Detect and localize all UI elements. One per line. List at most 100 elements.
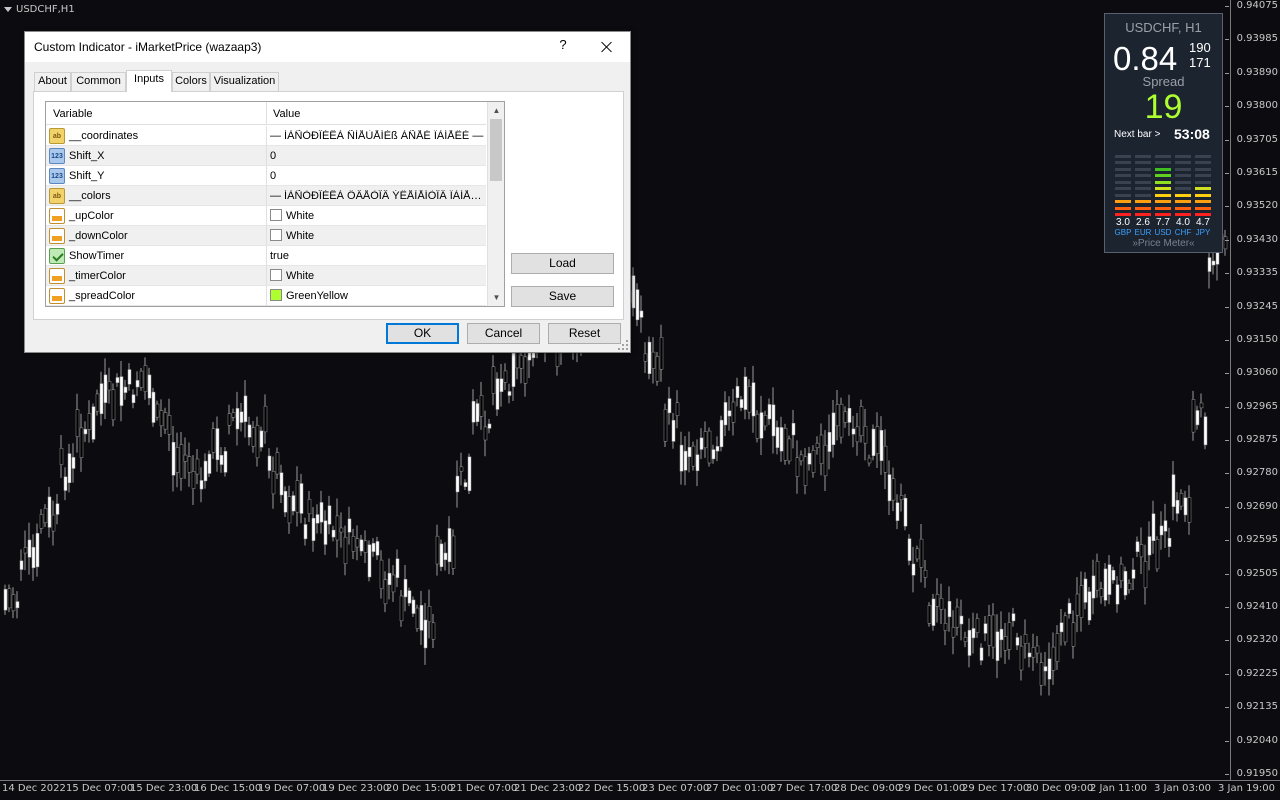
help-button[interactable]: ? — [555, 37, 571, 57]
bar-segment — [1175, 167, 1191, 171]
variable-value[interactable]: 0 — [270, 150, 484, 162]
time-axis[interactable]: 14 Dec 2022 15 Dec 07:00 15 Dec 23:00 16 De… — [0, 780, 1280, 800]
candle-body — [839, 403, 844, 438]
input-row-shift_x[interactable]: 123 Shift_X 0 — [46, 146, 486, 166]
candle-body — [247, 424, 252, 438]
column-divider[interactable] — [266, 102, 267, 125]
candle-body — [451, 535, 456, 569]
input-row-spreadcolor[interactable]: _spreadColor GreenYellow — [46, 286, 486, 306]
input-row-shift_y[interactable]: 123 Shift_Y 0 — [46, 166, 486, 186]
candle-body — [1087, 591, 1092, 621]
candle-body — [475, 403, 480, 422]
strength-value: 4.0 — [1176, 217, 1190, 228]
bar-segment — [1135, 187, 1151, 190]
candle-body — [819, 434, 824, 464]
scroll-thumb[interactable] — [490, 119, 502, 181]
bar-segment — [1155, 161, 1171, 164]
candle-body — [795, 457, 800, 477]
input-row-coordinates[interactable]: ab __coordinates — ÍÀÑÒÐÎÉÊÀ ÑÌÅÙÅÍÈß ÀÑÅÉ… — [46, 126, 486, 146]
candle-body — [439, 543, 444, 568]
tab-about[interactable]: About — [34, 72, 71, 91]
bar-segment — [1155, 154, 1171, 158]
candle-body — [15, 601, 20, 609]
save-button[interactable]: Save — [511, 286, 614, 307]
variable-value[interactable]: 0 — [270, 170, 484, 182]
variable-value[interactable]: White — [286, 230, 500, 242]
bar-segment — [1155, 187, 1171, 190]
input-row-showtimer[interactable]: ShowTimer true — [46, 246, 486, 266]
price-tick-label: 0.92505 — [1224, 567, 1278, 579]
load-button[interactable]: Load — [511, 253, 614, 274]
candle-body — [939, 598, 944, 610]
candle-body — [759, 412, 764, 439]
candle-body — [1223, 236, 1228, 250]
ok-button[interactable]: OK — [386, 323, 459, 344]
dialog-titlebar[interactable]: Custom Indicator - iMarketPrice (wazaap3… — [25, 32, 630, 62]
candle-body — [171, 441, 176, 476]
scroll-down-icon[interactable]: ▼ — [488, 289, 504, 306]
strength-value: 3.0 — [1116, 217, 1130, 228]
variable-value[interactable]: White — [286, 270, 500, 282]
candle-body — [959, 615, 964, 625]
candle-body — [743, 376, 748, 410]
cancel-button[interactable]: Cancel — [467, 323, 540, 344]
candle-body — [3, 589, 8, 611]
candle-body — [699, 437, 704, 450]
candle-body — [403, 579, 408, 598]
candle-body — [827, 432, 832, 452]
candle-body — [227, 413, 232, 426]
bar-segment — [1155, 206, 1171, 210]
variable-value[interactable]: White — [286, 210, 500, 222]
variable-value[interactable]: true — [270, 250, 484, 262]
candle-body — [167, 415, 172, 435]
candle-body — [971, 628, 976, 639]
candle-body — [1127, 582, 1132, 590]
candle-body — [999, 628, 1004, 641]
input-row-upcolor[interactable]: _upColor White — [46, 206, 486, 226]
variable-value[interactable]: — ÍÀÑÒÐÎÉÊÀ ÖÂÅÒÎÂ ÝËÅÌÅÍÒÎÂ ÏÀÍÅËÈ — — [270, 190, 484, 202]
tab-inputs[interactable]: Inputs — [126, 70, 172, 92]
bar-segment — [1135, 161, 1151, 164]
candle-body — [199, 480, 204, 490]
currency-code: USD — [1154, 228, 1172, 237]
input-row-colors[interactable]: ab __colors — ÍÀÑÒÐÎÉÊÀ ÖÂÅÒÎÂ ÝËÅÌÅÍÒÎÂ Ï… — [46, 186, 486, 206]
candle-body — [747, 386, 752, 413]
grid-scrollbar[interactable]: ▲ ▼ — [487, 102, 504, 306]
color-swatch[interactable] — [270, 269, 282, 281]
variable-value[interactable]: — ÍÀÑÒÐÎÉÊÀ ÑÌÅÙÅÍÈß ÀÑÅÉ ÏÀÍÅËÈ — — [270, 130, 484, 142]
string-icon: ab — [49, 188, 65, 204]
scroll-up-icon[interactable]: ▲ — [488, 102, 504, 119]
input-row-downcolor[interactable]: _downColor White — [46, 226, 486, 246]
variable-value[interactable]: GreenYellow — [286, 290, 500, 302]
close-icon[interactable] — [593, 35, 621, 59]
strength-value: 2.6 — [1136, 217, 1150, 228]
candle-body — [1179, 493, 1184, 507]
candle-body — [1191, 399, 1196, 433]
variable-name: Shift_X — [69, 150, 105, 162]
tab-colors[interactable]: Colors — [172, 72, 210, 91]
candle-body — [1031, 647, 1036, 658]
color-swatch[interactable] — [270, 289, 282, 301]
candle-body — [799, 454, 804, 462]
tab-visualization[interactable]: Visualization — [210, 72, 279, 91]
color-swatch[interactable] — [270, 209, 282, 221]
price-axis[interactable]: 0.94075 0.93985 0.93890 0.93800 0.93705 0.936… — [1224, 0, 1280, 780]
cell-divider — [266, 246, 267, 266]
candle-body — [783, 427, 788, 461]
currency-code: CHF — [1174, 228, 1192, 237]
column-value[interactable]: Value — [273, 108, 300, 120]
candle-body — [779, 427, 784, 452]
candle-body — [1019, 645, 1024, 671]
bar-segment — [1175, 193, 1191, 197]
resize-grip-icon[interactable] — [618, 340, 628, 350]
candle-body — [899, 495, 904, 500]
candle-body — [951, 627, 956, 638]
input-row-timercolor[interactable]: _timerColor White — [46, 266, 486, 286]
color-swatch[interactable] — [270, 229, 282, 241]
bar-segment — [1195, 154, 1211, 158]
reset-button[interactable]: Reset — [548, 323, 621, 344]
symbol-label[interactable]: USDCHF,H1 — [4, 4, 75, 15]
tab-common[interactable]: Common — [71, 72, 126, 91]
column-variable[interactable]: Variable — [53, 108, 93, 120]
inputs-grid[interactable]: Variable Value ab __coordinates — ÍÀÑÒÐÎÉÊ… — [45, 101, 505, 307]
